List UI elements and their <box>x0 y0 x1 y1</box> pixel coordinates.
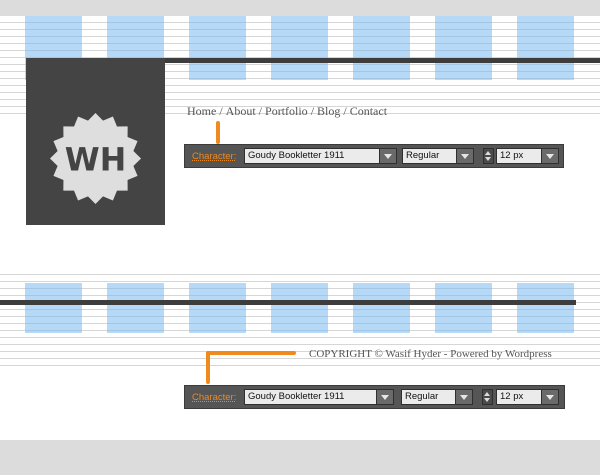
chevron-down-icon[interactable] <box>541 149 558 163</box>
stepper-up-icon[interactable] <box>484 392 490 396</box>
font-style-value: Regular <box>406 150 440 161</box>
footer-copyright: COPYRIGHT © Wasif Hyder - Powered by Wor… <box>309 348 552 360</box>
nav-blog[interactable]: Blog <box>317 104 340 118</box>
chevron-down-icon[interactable] <box>456 149 473 163</box>
callout-connector <box>206 351 210 384</box>
logo-box: WH <box>26 58 165 225</box>
font-style-select[interactable]: Regular <box>401 389 473 405</box>
character-panel-footer: Character: Goudy Bookletter 1911 Regular… <box>184 385 565 409</box>
grid-column <box>107 283 164 333</box>
grid-column <box>517 283 574 333</box>
chevron-down-icon[interactable] <box>376 390 393 404</box>
grid-column <box>435 16 492 80</box>
font-size-select[interactable]: 12 px <box>496 148 559 164</box>
nav-home[interactable]: Home <box>187 104 216 118</box>
grid-column <box>517 16 574 80</box>
design-canvas: WH Home / About / Portfolio / Blog / Contact Cha… <box>0 16 600 440</box>
header-bar <box>165 58 600 63</box>
grid-column <box>189 16 246 80</box>
nav-separator: / <box>310 104 315 118</box>
stepper-down-icon[interactable] <box>485 157 491 161</box>
grid-column <box>353 283 410 333</box>
nav-portfolio[interactable]: Portfolio <box>265 104 308 118</box>
main-navigation: Home / About / Portfolio / Blog / Contact <box>187 104 387 119</box>
grid-column <box>189 283 246 333</box>
grid-column <box>271 16 328 80</box>
font-family-value: Goudy Bookletter 1911 <box>248 391 345 402</box>
nav-separator: / <box>343 104 347 118</box>
grid-column <box>25 283 82 333</box>
character-panel-nav: Character: Goudy Bookletter 1911 Regular… <box>184 144 564 168</box>
stepper-up-icon[interactable] <box>485 151 491 155</box>
footer-bar <box>0 300 576 305</box>
font-size-stepper[interactable] <box>483 148 494 164</box>
character-label: Character: <box>192 151 237 162</box>
font-size-stepper[interactable] <box>482 389 493 405</box>
callout-connector <box>206 351 296 355</box>
font-style-select[interactable]: Regular <box>402 148 474 164</box>
callout-connector <box>216 121 220 144</box>
nav-contact[interactable]: Contact <box>350 104 387 118</box>
font-style-value: Regular <box>405 391 439 402</box>
font-size-value: 12 px <box>500 391 524 402</box>
grid-column <box>435 283 492 333</box>
character-label: Character: <box>192 392 237 403</box>
font-family-select[interactable]: Goudy Bookletter 1911 <box>244 389 394 405</box>
chevron-down-icon[interactable] <box>541 390 558 404</box>
logo-badge-icon: WH <box>49 112 142 205</box>
chevron-down-icon[interactable] <box>379 149 396 163</box>
chevron-down-icon[interactable] <box>455 390 472 404</box>
font-size-value: 12 px <box>500 150 524 161</box>
font-family-value: Goudy Bookletter 1911 <box>248 150 345 161</box>
font-family-select[interactable]: Goudy Bookletter 1911 <box>244 148 397 164</box>
font-size-select[interactable]: 12 px <box>496 389 559 405</box>
logo-monogram: WH <box>65 142 126 178</box>
grid-column <box>271 283 328 333</box>
nav-separator: / <box>258 104 263 118</box>
nav-about[interactable]: About <box>226 104 256 118</box>
nav-separator: / <box>219 104 223 118</box>
stepper-down-icon[interactable] <box>484 398 490 402</box>
grid-column <box>353 16 410 80</box>
